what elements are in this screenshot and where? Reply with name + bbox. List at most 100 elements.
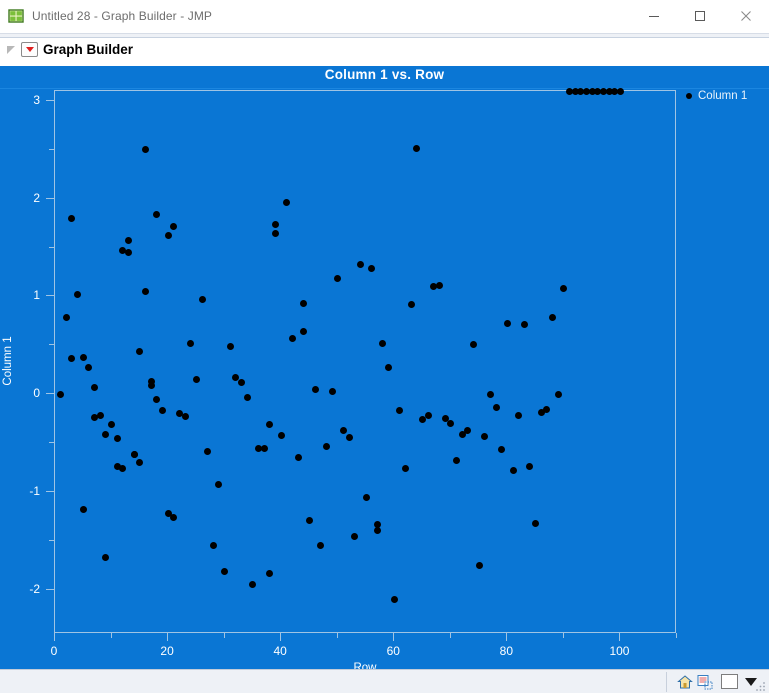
data-point[interactable] — [492, 403, 500, 411]
data-point[interactable] — [57, 390, 65, 398]
data-point[interactable] — [396, 407, 404, 415]
data-point[interactable] — [515, 412, 523, 420]
data-point[interactable] — [266, 421, 274, 429]
data-point[interactable] — [436, 282, 443, 290]
data-point[interactable] — [68, 354, 76, 362]
disclosure-triangle-icon[interactable] — [6, 44, 18, 56]
data-point[interactable] — [221, 567, 229, 575]
data-point[interactable] — [356, 260, 364, 268]
data-point[interactable] — [181, 413, 189, 421]
data-point[interactable] — [554, 390, 562, 398]
data-point[interactable] — [305, 517, 313, 524]
data-point[interactable] — [102, 430, 110, 438]
data-point[interactable] — [526, 463, 534, 471]
data-point[interactable] — [204, 447, 212, 455]
data-point[interactable] — [334, 275, 342, 283]
white-color-swatch[interactable] — [721, 674, 738, 689]
data-point[interactable] — [249, 580, 257, 588]
data-point[interactable] — [368, 264, 376, 272]
data-point[interactable] — [616, 87, 624, 95]
data-point[interactable] — [317, 542, 325, 550]
data-point[interactable] — [272, 230, 280, 238]
data-point[interactable] — [153, 395, 161, 403]
data-point[interactable] — [379, 339, 387, 347]
data-point[interactable] — [266, 569, 274, 577]
data-point[interactable] — [390, 596, 398, 604]
data-point[interactable] — [520, 321, 528, 329]
data-point[interactable] — [481, 432, 489, 440]
data-point[interactable] — [141, 288, 149, 296]
data-point[interactable] — [503, 320, 511, 328]
data-point[interactable] — [170, 223, 178, 231]
data-point[interactable] — [447, 420, 455, 428]
data-point[interactable] — [136, 347, 144, 355]
data-point[interactable] — [226, 342, 234, 350]
data-point[interactable] — [311, 385, 319, 393]
data-point[interactable] — [288, 335, 296, 343]
plot-frame[interactable] — [54, 87, 676, 633]
data-point[interactable] — [153, 210, 161, 218]
data-point[interactable] — [351, 532, 359, 540]
data-point[interactable] — [373, 520, 381, 528]
close-button[interactable] — [723, 1, 769, 32]
data-point[interactable] — [192, 376, 200, 384]
data-point[interactable] — [136, 459, 144, 467]
data-point[interactable] — [170, 514, 178, 522]
minimize-button[interactable] — [631, 1, 677, 32]
resize-grip-icon[interactable] — [755, 680, 767, 692]
data-point[interactable] — [125, 237, 132, 245]
data-point[interactable] — [300, 299, 308, 307]
data-point[interactable] — [322, 442, 330, 450]
data-point[interactable] — [79, 353, 87, 361]
data-point[interactable] — [238, 379, 246, 387]
data-point[interactable] — [96, 412, 104, 420]
data-point[interactable] — [532, 519, 540, 527]
data-point[interactable] — [475, 562, 483, 569]
data-point[interactable] — [164, 232, 172, 240]
data-point[interactable] — [509, 467, 517, 475]
maximize-button[interactable] — [677, 1, 723, 32]
data-point[interactable] — [362, 493, 370, 501]
data-point[interactable] — [498, 445, 506, 453]
data-point[interactable] — [402, 465, 410, 473]
data-point[interactable] — [294, 454, 302, 462]
data-point[interactable] — [277, 431, 285, 439]
data-point[interactable] — [91, 383, 99, 391]
data-point[interactable] — [130, 451, 138, 459]
data-point[interactable] — [198, 295, 206, 303]
data-point[interactable] — [158, 407, 166, 415]
data-point[interactable] — [413, 145, 421, 153]
red-triangle-menu-icon[interactable] — [21, 42, 38, 57]
data-point[interactable] — [119, 465, 127, 473]
data-point[interactable] — [486, 390, 494, 398]
data-point[interactable] — [283, 199, 291, 207]
data-point[interactable] — [339, 426, 347, 434]
data-point[interactable] — [68, 214, 76, 222]
data-point[interactable] — [549, 313, 557, 321]
chart-legend[interactable]: Column 1 — [686, 90, 747, 102]
data-point[interactable] — [385, 364, 393, 372]
data-point[interactable] — [141, 146, 149, 154]
data-point[interactable] — [407, 300, 415, 308]
data-point[interactable] — [243, 393, 251, 401]
data-point[interactable] — [108, 421, 116, 429]
data-point[interactable] — [215, 480, 223, 488]
data-point[interactable] — [424, 412, 432, 420]
data-point[interactable] — [74, 291, 82, 298]
report-window-button[interactable] — [695, 672, 715, 692]
home-button[interactable] — [675, 672, 695, 692]
data-point[interactable] — [147, 381, 155, 389]
data-point[interactable] — [452, 457, 460, 465]
data-point[interactable] — [272, 220, 280, 228]
data-point[interactable] — [187, 339, 195, 347]
data-point[interactable] — [328, 387, 336, 395]
data-point[interactable] — [300, 328, 308, 336]
data-point[interactable] — [102, 554, 110, 562]
data-point[interactable] — [209, 542, 217, 550]
data-point[interactable] — [79, 506, 87, 514]
data-point[interactable] — [345, 433, 353, 441]
data-point[interactable] — [62, 314, 70, 322]
data-point[interactable] — [543, 406, 551, 414]
data-point[interactable] — [85, 364, 93, 372]
data-point[interactable] — [469, 340, 477, 348]
